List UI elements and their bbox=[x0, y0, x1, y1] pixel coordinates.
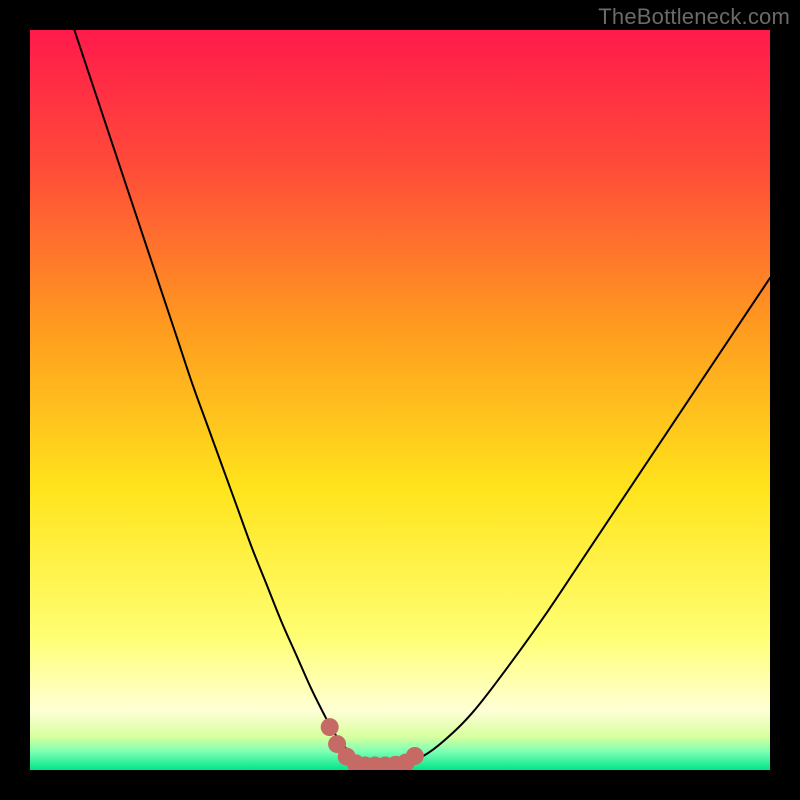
chart-frame: TheBottleneck.com bbox=[0, 0, 800, 800]
plot-area bbox=[30, 30, 770, 770]
marker-dot bbox=[321, 718, 339, 736]
watermark-text: TheBottleneck.com bbox=[598, 4, 790, 30]
gradient-background bbox=[30, 30, 770, 770]
chart-canvas bbox=[30, 30, 770, 770]
marker-dot bbox=[406, 747, 424, 765]
